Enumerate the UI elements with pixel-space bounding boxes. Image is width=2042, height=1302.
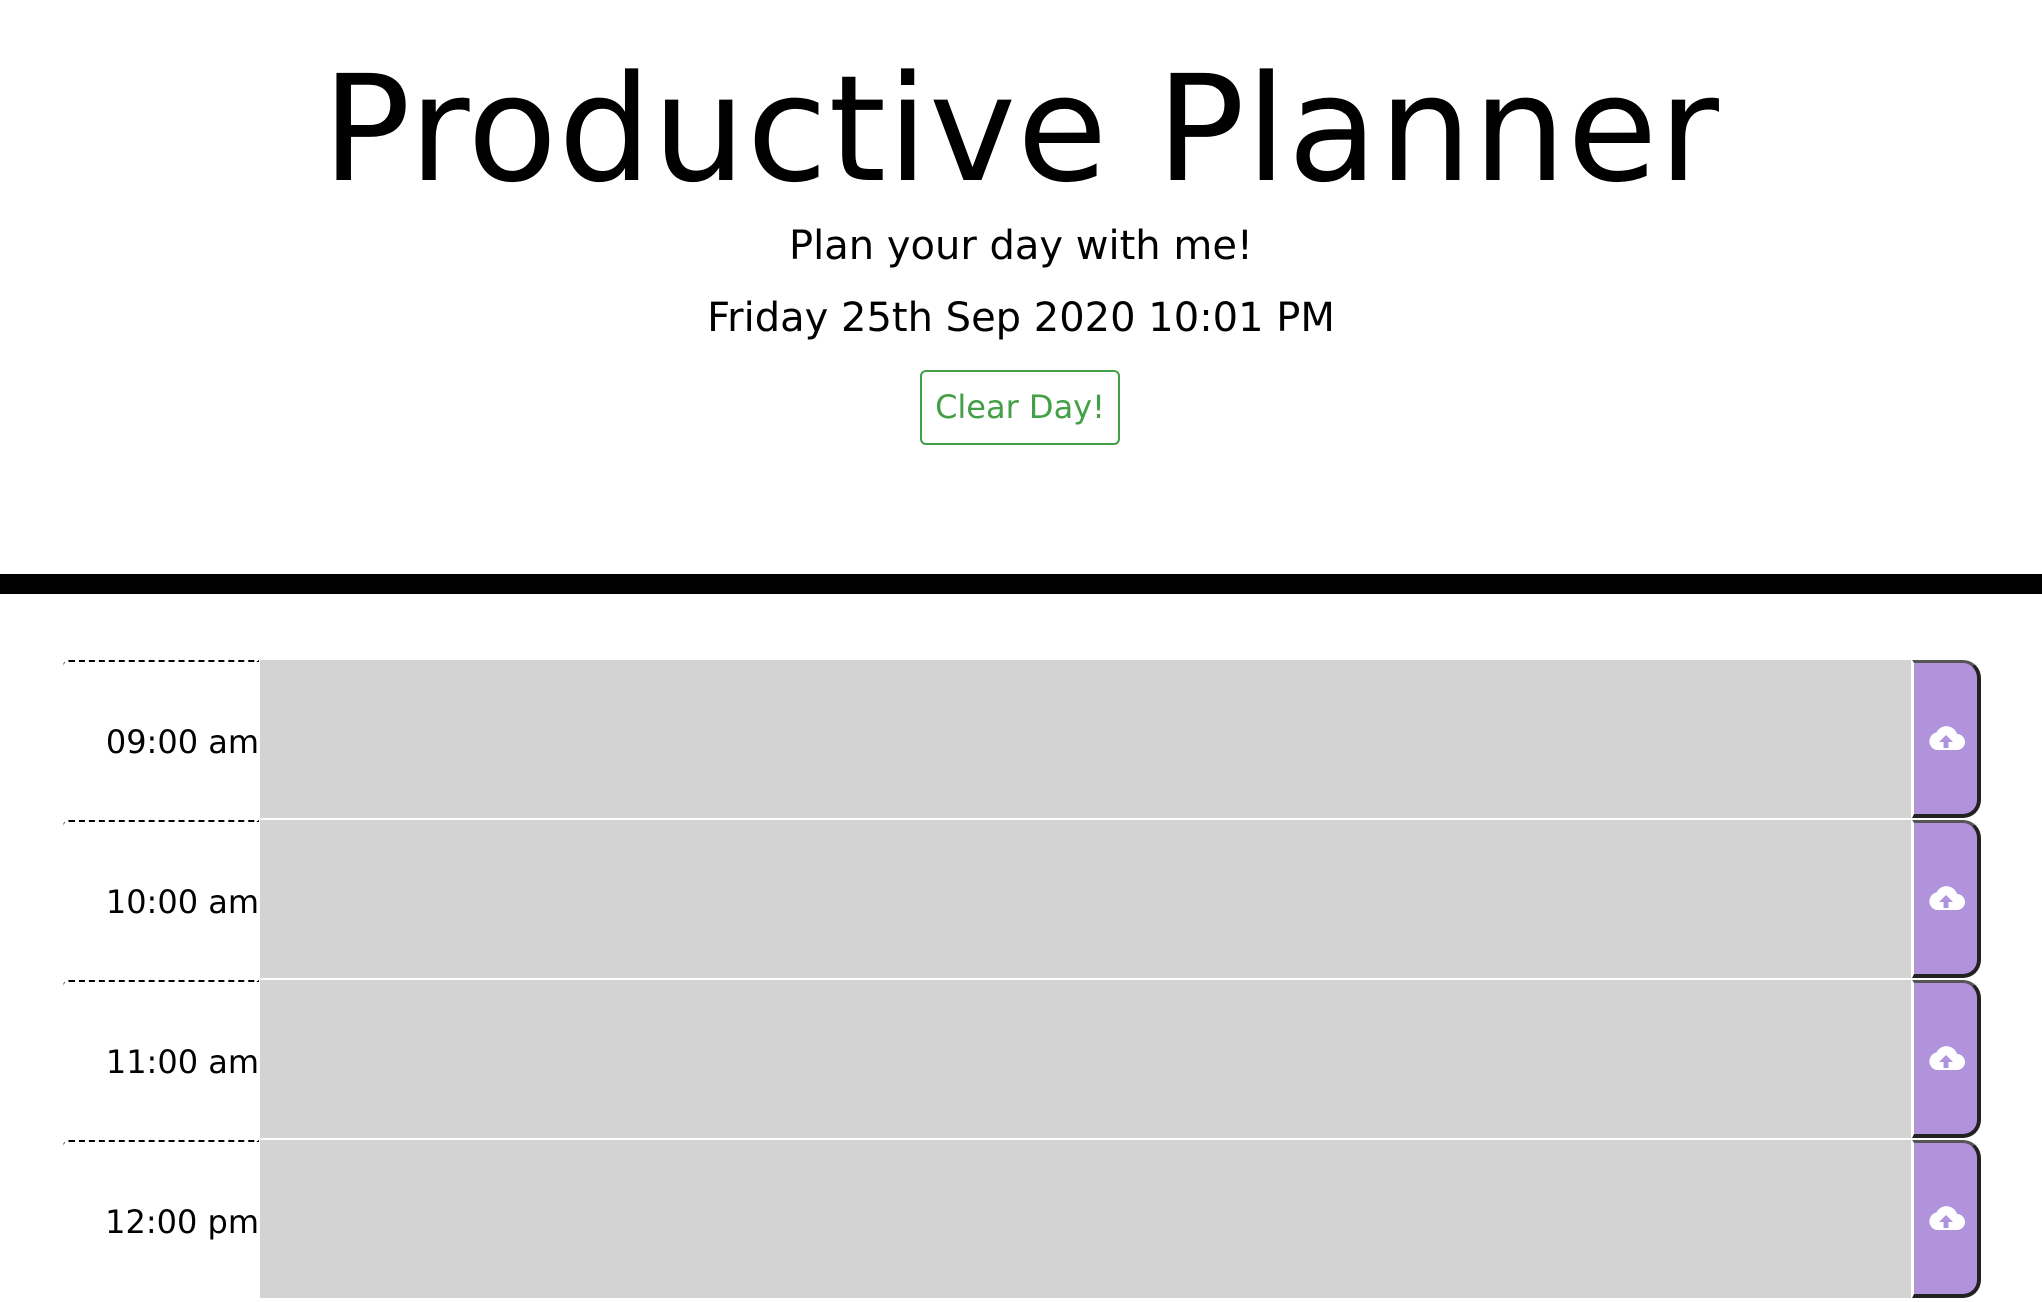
timeblock-row: 09:00 am — [63, 660, 1983, 820]
clear-day-button[interactable]: Clear Day! — [920, 370, 1120, 445]
timeblock-row: 11:00 am — [63, 980, 1983, 1140]
timeblock-textarea[interactable] — [260, 980, 1911, 1140]
timeblock-textarea[interactable] — [260, 820, 1911, 980]
hour-cell: 11:00 am — [63, 980, 259, 1140]
hour-label: 09:00 am — [105, 723, 259, 761]
cloud-upload-icon — [1926, 724, 1966, 754]
current-datetime: Friday 25th Sep 2020 10:01 PM — [707, 295, 1335, 341]
cloud-upload-icon — [1926, 1044, 1966, 1074]
hour-cell: 12:00 pm — [63, 1140, 259, 1300]
hour-cell: 10:00 am — [63, 820, 259, 980]
save-button[interactable] — [1912, 1140, 1981, 1298]
hour-cell: 09:00 am — [63, 660, 259, 820]
save-button[interactable] — [1912, 660, 1981, 818]
header-divider — [0, 574, 2042, 594]
page-title: Productive Planner — [322, 44, 1720, 215]
page-header: Productive Planner Plan your day with me… — [0, 0, 2042, 574]
cloud-upload-icon — [1926, 1204, 1966, 1234]
save-button[interactable] — [1912, 820, 1981, 978]
hour-label: 10:00 am — [105, 883, 259, 921]
cloud-upload-icon — [1926, 884, 1966, 914]
save-button[interactable] — [1912, 980, 1981, 1138]
timeblock-textarea[interactable] — [260, 660, 1911, 820]
hour-label: 12:00 pm — [105, 1203, 259, 1241]
timeblock-row: 12:00 pm — [63, 1140, 1983, 1300]
page-subtitle: Plan your day with me! — [789, 223, 1253, 269]
timeblock-textarea[interactable] — [260, 1140, 1911, 1300]
timeblock-row: 10:00 am — [63, 820, 1983, 980]
hour-label: 11:00 am — [105, 1043, 259, 1081]
